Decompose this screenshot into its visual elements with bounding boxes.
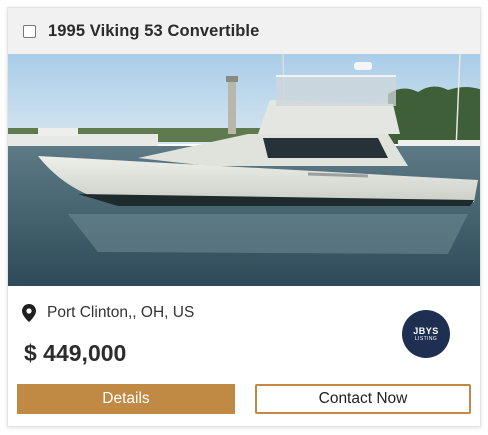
select-checkbox[interactable] — [23, 24, 36, 38]
broker-badge-sub: LISTING — [414, 335, 438, 342]
listing-card: 1995 Viking 53 Convertible Port Clinton,… — [7, 7, 481, 427]
card-header: 1995 Viking 53 Convertible — [8, 8, 480, 54]
boat-photo[interactable] — [8, 54, 480, 286]
price: $ 449,000 — [24, 340, 127, 366]
location-row: Port Clinton,, OH, US — [22, 304, 194, 322]
map-pin-icon — [22, 304, 36, 322]
boat-image — [8, 54, 480, 286]
location-text: Port Clinton,, OH, US — [47, 304, 195, 321]
details-button[interactable]: Details — [17, 384, 235, 414]
contact-now-button[interactable]: Contact Now — [255, 384, 471, 414]
listing-title[interactable]: 1995 Viking 53 Convertible — [48, 22, 259, 41]
broker-badge[interactable]: JBYS LISTING — [402, 310, 450, 358]
broker-badge-main: JBYS — [413, 325, 439, 336]
